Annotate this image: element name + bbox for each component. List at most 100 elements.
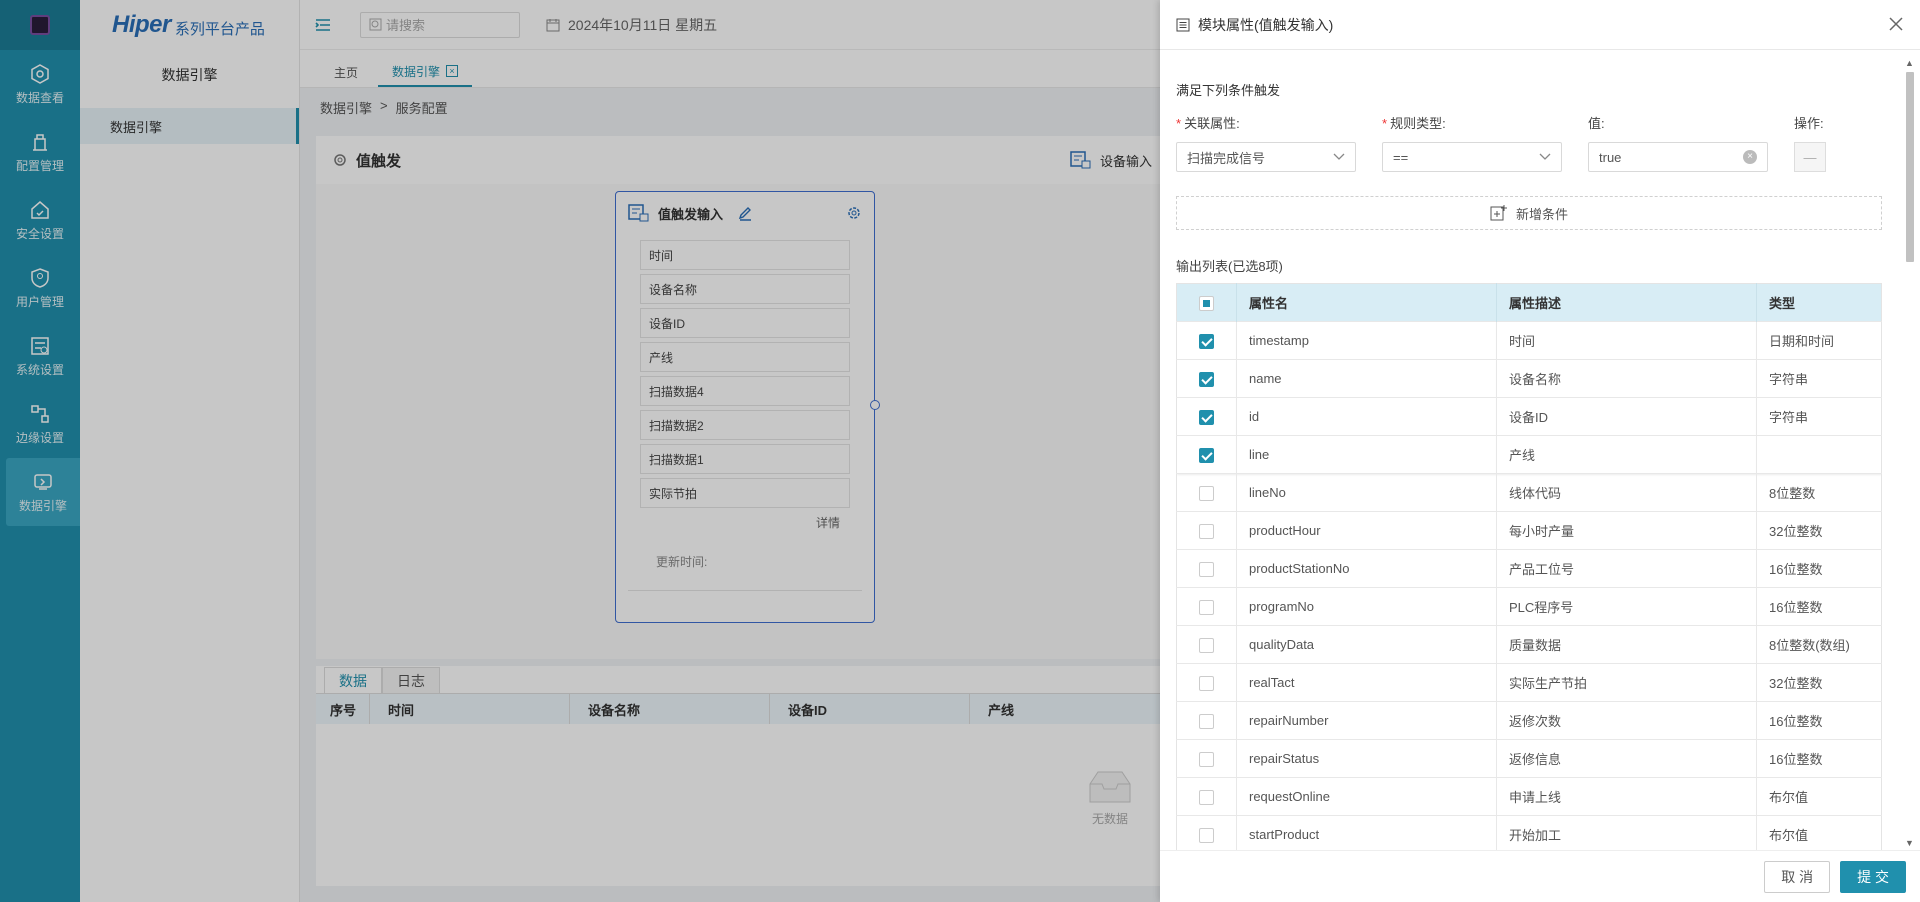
scroll-down-icon[interactable]: ▼ bbox=[1905, 838, 1914, 848]
rule-select[interactable]: == bbox=[1382, 142, 1562, 172]
attr-type-cell: 16位整数 bbox=[1756, 701, 1882, 740]
attr-name-cell: programNo bbox=[1236, 587, 1497, 626]
row-checkbox-cell bbox=[1176, 625, 1237, 664]
row-checkbox[interactable] bbox=[1199, 485, 1214, 501]
table-row[interactable]: timestamp 时间 日期和时间 bbox=[1176, 321, 1882, 360]
table-row[interactable]: startProduct 开始加工 布尔值 bbox=[1176, 815, 1882, 850]
minus-icon: — bbox=[1803, 149, 1817, 165]
row-checkbox[interactable] bbox=[1199, 827, 1214, 843]
row-checkbox[interactable] bbox=[1199, 751, 1214, 767]
output-table: 属性名 属性描述 类型 timestamp 时间 日期和时间 name 设备名称 字符串 i… bbox=[1176, 283, 1882, 850]
document-icon bbox=[1176, 18, 1190, 31]
value-label: 值: bbox=[1588, 116, 1605, 131]
row-checkbox[interactable] bbox=[1199, 409, 1214, 425]
attr-desc-cell: 开始加工 bbox=[1496, 815, 1757, 850]
table-row[interactable]: id 设备ID 字符串 bbox=[1176, 397, 1882, 436]
attr-desc-cell: 线体代码 bbox=[1496, 473, 1757, 512]
table-row[interactable]: productHour 每小时产量 32位整数 bbox=[1176, 511, 1882, 550]
attr-desc-cell: 返修信息 bbox=[1496, 739, 1757, 778]
row-checkbox-cell bbox=[1176, 397, 1237, 436]
clear-icon[interactable]: × bbox=[1743, 150, 1757, 164]
attr-type-cell bbox=[1756, 435, 1882, 474]
attr-type-cell: 8位整数 bbox=[1756, 473, 1882, 512]
attr-name-cell: lineNo bbox=[1236, 473, 1497, 512]
row-checkbox-cell bbox=[1176, 777, 1237, 816]
row-checkbox[interactable] bbox=[1199, 675, 1214, 691]
attr-desc-cell: PLC程序号 bbox=[1496, 587, 1757, 626]
module-properties-drawer: 模块属性(值触发输入) 满足下列条件触发 * 关联属性: 扫描完成信号 * 规则类型… bbox=[1160, 0, 1920, 902]
attr-name-cell: qualityData bbox=[1236, 625, 1497, 664]
attr-name-cell: line bbox=[1236, 435, 1497, 474]
table-row[interactable]: line 产线 bbox=[1176, 435, 1882, 474]
attr-name-cell: productStationNo bbox=[1236, 549, 1497, 588]
drawer-title: 模块属性(值触发输入) bbox=[1198, 16, 1334, 33]
attr-desc-cell: 设备名称 bbox=[1496, 359, 1757, 398]
drawer-header: 模块属性(值触发输入) bbox=[1160, 0, 1920, 50]
attr-desc-cell: 申请上线 bbox=[1496, 777, 1757, 816]
row-checkbox[interactable] bbox=[1199, 447, 1214, 463]
add-icon bbox=[1490, 205, 1507, 221]
attr-type-cell: 布尔值 bbox=[1756, 777, 1882, 816]
attr-type-cell: 32位整数 bbox=[1756, 511, 1882, 550]
attr-select[interactable]: 扫描完成信号 bbox=[1176, 142, 1356, 172]
close-icon[interactable] bbox=[1888, 16, 1904, 32]
attr-name-cell: startProduct bbox=[1236, 815, 1497, 850]
attr-type-cell: 32位整数 bbox=[1756, 663, 1882, 702]
attr-name-cell: name bbox=[1236, 359, 1497, 398]
table-row[interactable]: requestOnline 申请上线 布尔值 bbox=[1176, 777, 1882, 816]
add-condition-button[interactable]: 新增条件 bbox=[1176, 196, 1882, 230]
table-row[interactable]: lineNo 线体代码 8位整数 bbox=[1176, 473, 1882, 512]
value-text: true bbox=[1599, 149, 1622, 165]
row-checkbox[interactable] bbox=[1199, 333, 1214, 349]
row-checkbox[interactable] bbox=[1199, 599, 1214, 615]
remove-condition-button[interactable]: — bbox=[1794, 142, 1826, 172]
required-mark: * bbox=[1382, 116, 1388, 131]
output-table-header: 属性名 属性描述 类型 bbox=[1176, 283, 1882, 322]
attr-name-cell: productHour bbox=[1236, 511, 1497, 550]
submit-button[interactable]: 提 交 bbox=[1840, 860, 1906, 893]
value-input[interactable]: true × bbox=[1588, 142, 1768, 172]
attr-value: 扫描完成信号 bbox=[1187, 150, 1266, 166]
table-row[interactable]: programNo PLC程序号 16位整数 bbox=[1176, 587, 1882, 626]
select-all-checkbox[interactable] bbox=[1199, 295, 1214, 311]
op-label: 操作: bbox=[1794, 116, 1824, 131]
scroll-thumb[interactable] bbox=[1906, 72, 1914, 262]
row-checkbox-cell bbox=[1176, 701, 1237, 740]
table-row[interactable]: realTact 实际生产节拍 32位整数 bbox=[1176, 663, 1882, 702]
row-checkbox-cell bbox=[1176, 739, 1237, 778]
attr-desc-cell: 时间 bbox=[1496, 321, 1757, 360]
row-checkbox-cell bbox=[1176, 321, 1237, 360]
attr-name-cell: repairStatus bbox=[1236, 739, 1497, 778]
cancel-button[interactable]: 取 消 bbox=[1764, 860, 1831, 893]
modal-mask[interactable] bbox=[0, 0, 1160, 902]
table-row[interactable]: repairNumber 返修次数 16位整数 bbox=[1176, 701, 1882, 740]
table-row[interactable]: repairStatus 返修信息 16位整数 bbox=[1176, 739, 1882, 778]
row-checkbox[interactable] bbox=[1199, 523, 1214, 539]
row-checkbox[interactable] bbox=[1199, 371, 1214, 387]
row-checkbox[interactable] bbox=[1199, 561, 1214, 577]
rule-label: * 规则类型: bbox=[1382, 116, 1446, 131]
attr-type-cell: 16位整数 bbox=[1756, 549, 1882, 588]
row-checkbox[interactable] bbox=[1199, 789, 1214, 805]
table-row[interactable]: qualityData 质量数据 8位整数(数组) bbox=[1176, 625, 1882, 664]
attr-type-cell: 8位整数(数组) bbox=[1756, 625, 1882, 664]
attr-name-cell: repairNumber bbox=[1236, 701, 1497, 740]
attr-name-cell: realTact bbox=[1236, 663, 1497, 702]
table-row[interactable]: name 设备名称 字符串 bbox=[1176, 359, 1882, 398]
column-header-name: 属性名 bbox=[1236, 283, 1497, 322]
row-checkbox[interactable] bbox=[1199, 637, 1214, 653]
row-checkbox-cell bbox=[1176, 511, 1237, 550]
attr-name-cell: timestamp bbox=[1236, 321, 1497, 360]
column-header-desc: 属性描述 bbox=[1496, 283, 1757, 322]
attr-type-cell: 字符串 bbox=[1756, 359, 1882, 398]
attr-type-cell: 日期和时间 bbox=[1756, 321, 1882, 360]
row-checkbox-cell bbox=[1176, 435, 1237, 474]
row-checkbox[interactable] bbox=[1199, 713, 1214, 729]
attr-type-cell: 16位整数 bbox=[1756, 587, 1882, 626]
scroll-up-icon[interactable]: ▲ bbox=[1905, 58, 1914, 68]
row-checkbox-cell bbox=[1176, 549, 1237, 588]
table-row[interactable]: productStationNo 产品工位号 16位整数 bbox=[1176, 549, 1882, 588]
drawer-footer: 取 消 提 交 bbox=[1160, 850, 1920, 902]
drawer-scrollbar[interactable]: ▲ ▼ bbox=[1904, 58, 1916, 848]
row-checkbox-cell bbox=[1176, 587, 1237, 626]
